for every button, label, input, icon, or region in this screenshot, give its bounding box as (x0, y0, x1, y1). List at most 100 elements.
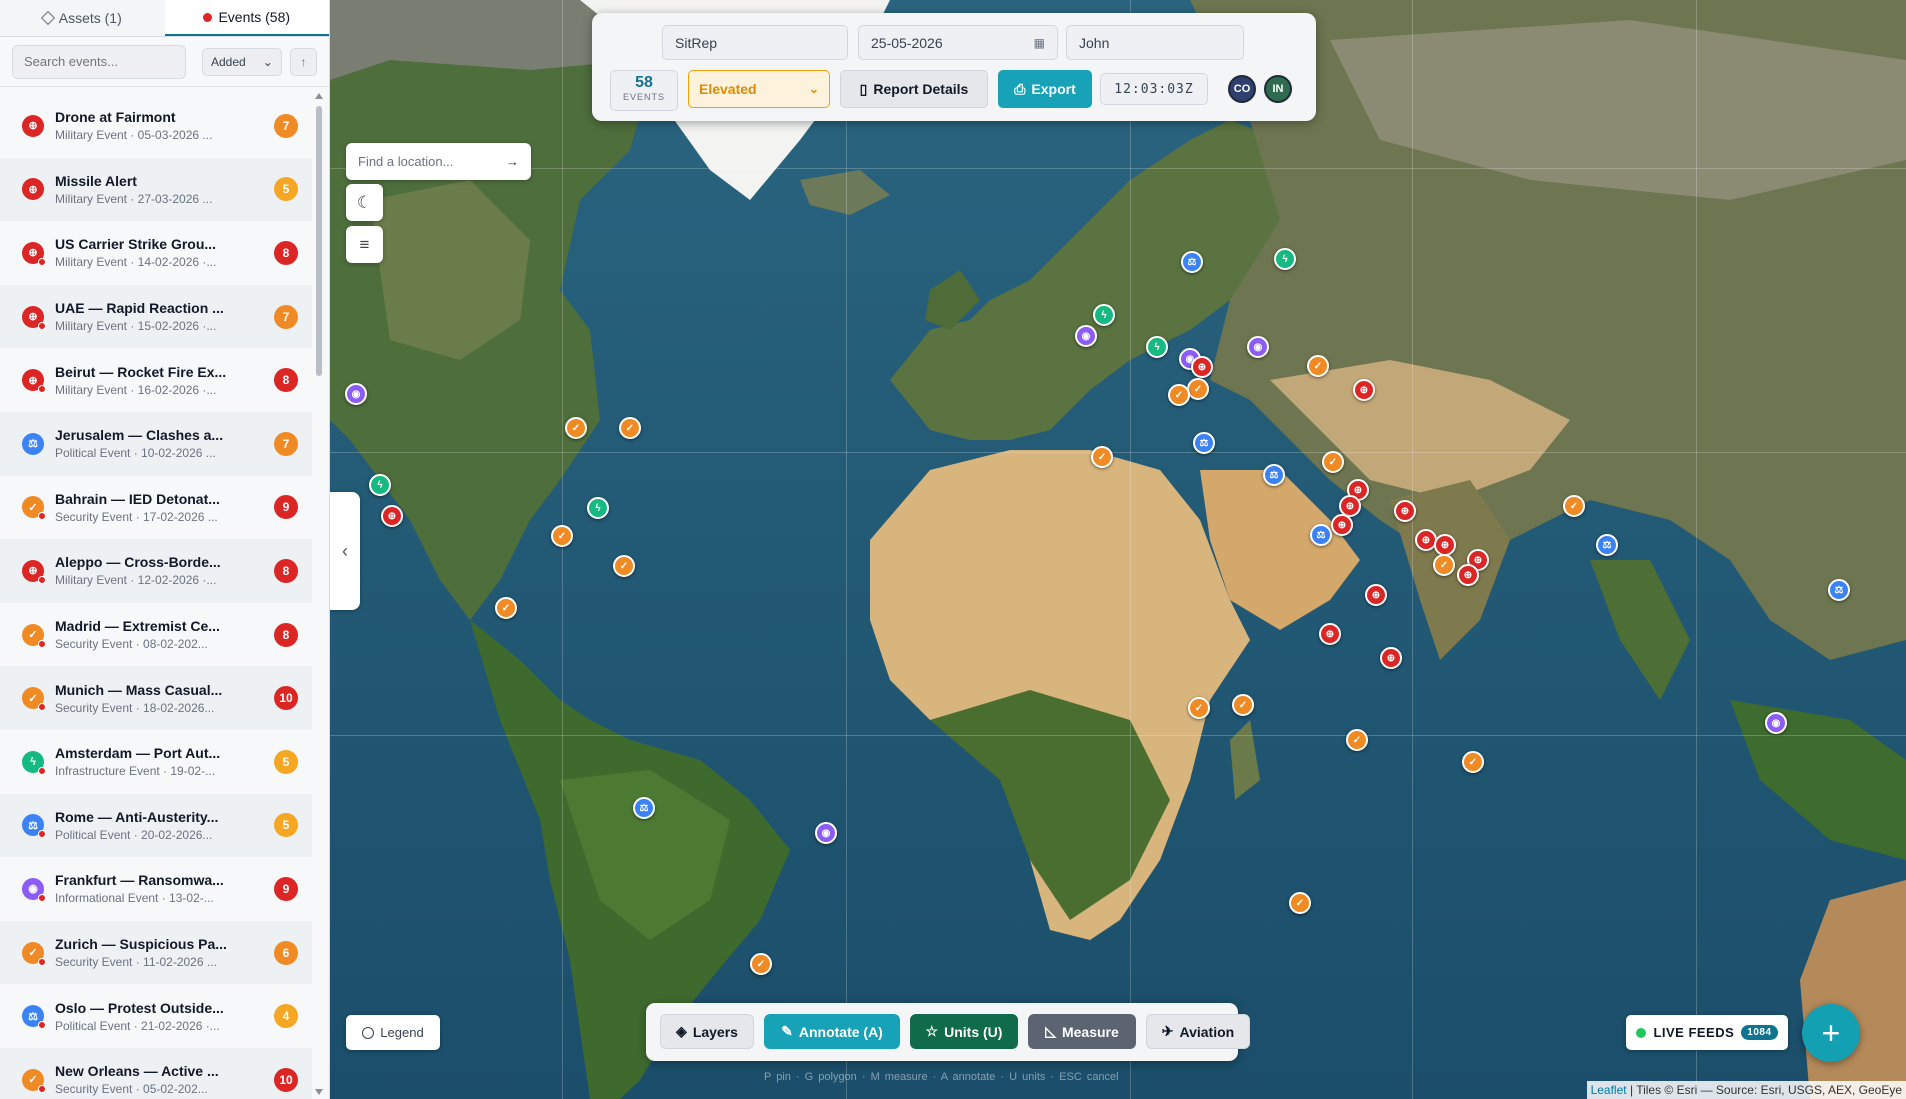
infrastructure-event-marker[interactable]: ϟ (1146, 336, 1168, 358)
political-event-marker[interactable]: ⚖ (1263, 464, 1285, 486)
security-event-marker[interactable]: ✓ (495, 597, 517, 619)
threat-level-select[interactable]: Elevated ⌄ (688, 70, 830, 108)
report-date-field[interactable]: 25-05-2026 ▦ (858, 25, 1058, 60)
event-list-item[interactable]: ✓ Munich — Mass Casual... Security Event ·… (0, 666, 312, 730)
scroll-down-icon[interactable] (315, 1089, 323, 1095)
event-list-item[interactable]: ⚖ Jerusalem — Clashes a... Political Event… (0, 411, 312, 476)
avatar[interactable]: CO (1228, 75, 1256, 103)
search-events-input[interactable] (12, 44, 186, 79)
informational-event-marker[interactable]: ◉ (815, 822, 837, 844)
security-event-marker[interactable]: ✓ (613, 555, 635, 577)
military-event-marker[interactable]: ⊕ (1365, 584, 1387, 606)
event-list-item[interactable]: ⊕ US Carrier Strike Grou... Military Event… (0, 221, 312, 285)
security-event-marker[interactable]: ✓ (1462, 751, 1484, 773)
event-list-item[interactable]: ⊕ Aleppo — Cross-Borde... Military Event ·… (0, 539, 312, 603)
informational-event-marker[interactable]: ◉ (1247, 336, 1269, 358)
event-list-item[interactable]: ⊕ UAE — Rapid Reaction ... Military Event … (0, 284, 312, 349)
arrow-right-icon[interactable]: → (506, 154, 519, 169)
calendar-icon[interactable]: ▦ (1034, 36, 1045, 50)
military-event-marker[interactable]: ⊕ (1394, 500, 1416, 522)
measure-button[interactable]: ◺ Measure (1028, 1014, 1136, 1049)
export-button[interactable]: ⎙ Export (998, 70, 1092, 108)
military-event-marker[interactable]: ⊕ (1319, 623, 1341, 645)
live-feeds-button[interactable]: LIVE FEEDS 1084 (1626, 1015, 1788, 1050)
add-event-button[interactable]: + (1802, 1004, 1860, 1062)
security-event-marker[interactable]: ✓ (1091, 446, 1113, 468)
informational-event-marker[interactable]: ◉ (1765, 712, 1787, 734)
political-event-marker[interactable]: ⚖ (1828, 579, 1850, 601)
location-search[interactable]: Find a location... → (346, 143, 531, 180)
event-list-item[interactable]: ⊕ Drone at Fairmont Military Event · 05-03… (0, 94, 312, 158)
military-event-marker[interactable]: ⊕ (1331, 514, 1353, 536)
legend-button[interactable]: Legend (346, 1015, 440, 1050)
informational-event-marker[interactable]: ◉ (345, 383, 367, 405)
graticule-line (330, 735, 1906, 736)
event-list-item[interactable]: ✓ Zurich — Suspicious Pa... Security Event… (0, 920, 312, 985)
sort-select[interactable]: Added ⌄ (202, 47, 282, 76)
military-event-marker[interactable]: ⊕ (1380, 647, 1402, 669)
event-list-scrollbar[interactable] (314, 90, 324, 1095)
tab-assets[interactable]: Assets (1) (0, 0, 165, 36)
event-subtitle: Military Event · 15-02-2026 ·... (55, 319, 217, 334)
military-event-marker[interactable]: ⊕ (1191, 356, 1213, 378)
map-view[interactable]: ◉ ⊕ ϟ ✓ ✓ ϟ ✓ ✓ ✓ ⚖ ◉ ✓ ⚖ ϟ ϟ ◉ ϟ ◉ ⊕ ◉ ✓ ✓ ✓ ⊕ ⚖ ✓ ✓ ⚖ ⊕ ⊕ ⚖ ⊕ ⊕ ⊕ ⊕ ⊕ ⊕ ✓ ⊕ ⊕… (330, 0, 1906, 1099)
tab-events[interactable]: Events (58) (164, 0, 329, 36)
political-event-marker[interactable]: ⚖ (1310, 524, 1332, 546)
report-details-button[interactable]: ▯ Report Details (840, 70, 988, 108)
event-title: Bahrain — IED Detonat... (55, 490, 220, 507)
scrollbar-thumb[interactable] (316, 106, 322, 376)
event-list-item[interactable]: ◉ Frankfurt — Ransomwa... Informational Ev… (0, 857, 312, 921)
event-list-item[interactable]: ⊕ Beirut — Rocket Fire Ex... Military Even… (0, 348, 312, 412)
security-event-marker[interactable]: ✓ (1433, 554, 1455, 576)
political-event-marker[interactable]: ⚖ (1193, 432, 1215, 454)
security-event-marker[interactable]: ✓ (1322, 451, 1344, 473)
security-event-marker[interactable]: ✓ (565, 417, 587, 439)
military-event-marker[interactable]: ⊕ (1434, 534, 1456, 556)
security-event-marker[interactable]: ✓ (619, 417, 641, 439)
political-event-marker[interactable]: ⚖ (1596, 534, 1618, 556)
informational-event-marker[interactable]: ◉ (1075, 325, 1097, 347)
aviation-button[interactable]: ✈ Aviation (1146, 1014, 1250, 1049)
search-row: Added ⌄ ↑ (0, 37, 329, 87)
security-event-marker[interactable]: ✓ (1187, 378, 1209, 400)
security-event-marker[interactable]: ✓ (750, 953, 772, 975)
security-event-marker[interactable]: ✓ (1346, 729, 1368, 751)
menu-button[interactable]: ≡ (346, 226, 383, 263)
leaflet-link[interactable]: Leaflet (1591, 1083, 1627, 1097)
event-list-item[interactable]: ✓ Bahrain — IED Detonat... Security Event … (0, 475, 312, 540)
infrastructure-event-marker[interactable]: ϟ (587, 497, 609, 519)
annotate-button[interactable]: ✎ Annotate (A) (764, 1014, 900, 1049)
severity-badge: 5 (274, 749, 298, 774)
avatar[interactable]: IN (1264, 75, 1292, 103)
political-event-marker[interactable]: ⚖ (1181, 251, 1203, 273)
security-event-marker[interactable]: ✓ (551, 525, 573, 547)
report-name-field[interactable]: SitRep (662, 25, 848, 60)
security-event-marker[interactable]: ✓ (1232, 694, 1254, 716)
security-event-marker[interactable]: ✓ (1188, 697, 1210, 719)
dark-mode-toggle[interactable]: ☾ (346, 184, 383, 221)
scroll-up-icon[interactable] (315, 93, 323, 99)
collapse-sidebar-button[interactable]: ‹ (330, 492, 360, 610)
event-list-item[interactable]: ⊕ Missile Alert Military Event · 27-03-202… (0, 157, 312, 222)
event-list-item[interactable]: ϟ Amsterdam — Port Aut... Infrastructure E… (0, 729, 312, 794)
infrastructure-event-marker[interactable]: ϟ (1093, 304, 1115, 326)
layers-button[interactable]: ◈ Layers (660, 1014, 754, 1049)
security-event-marker[interactable]: ✓ (1289, 892, 1311, 914)
event-list-item[interactable]: ⚖ Oslo — Protest Outside... Political Even… (0, 984, 312, 1048)
military-event-marker[interactable]: ⊕ (381, 505, 403, 527)
sort-direction-button[interactable]: ↑ (289, 47, 317, 76)
infrastructure-event-marker[interactable]: ϟ (1274, 248, 1296, 270)
political-event-marker[interactable]: ⚖ (633, 797, 655, 819)
security-event-marker[interactable]: ✓ (1307, 355, 1329, 377)
infrastructure-event-marker[interactable]: ϟ (369, 474, 391, 496)
military-event-marker[interactable]: ⊕ (1457, 564, 1479, 586)
military-event-icon: ⊕ (22, 178, 44, 201)
military-event-marker[interactable]: ⊕ (1353, 379, 1375, 401)
report-author-field[interactable]: John (1066, 25, 1244, 60)
security-event-marker[interactable]: ✓ (1563, 495, 1585, 517)
security-event-marker[interactable]: ✓ (1168, 384, 1190, 406)
event-list-item[interactable]: ⚖ Rome — Anti-Austerity... Political Event… (0, 793, 312, 858)
event-list-item[interactable]: ✓ Madrid — Extremist Ce... Security Event … (0, 602, 312, 667)
event-list-item[interactable]: ✓ New Orleans — Active ... Security Event … (0, 1047, 312, 1099)
units-button[interactable]: ☆ Units (U) (910, 1014, 1018, 1049)
